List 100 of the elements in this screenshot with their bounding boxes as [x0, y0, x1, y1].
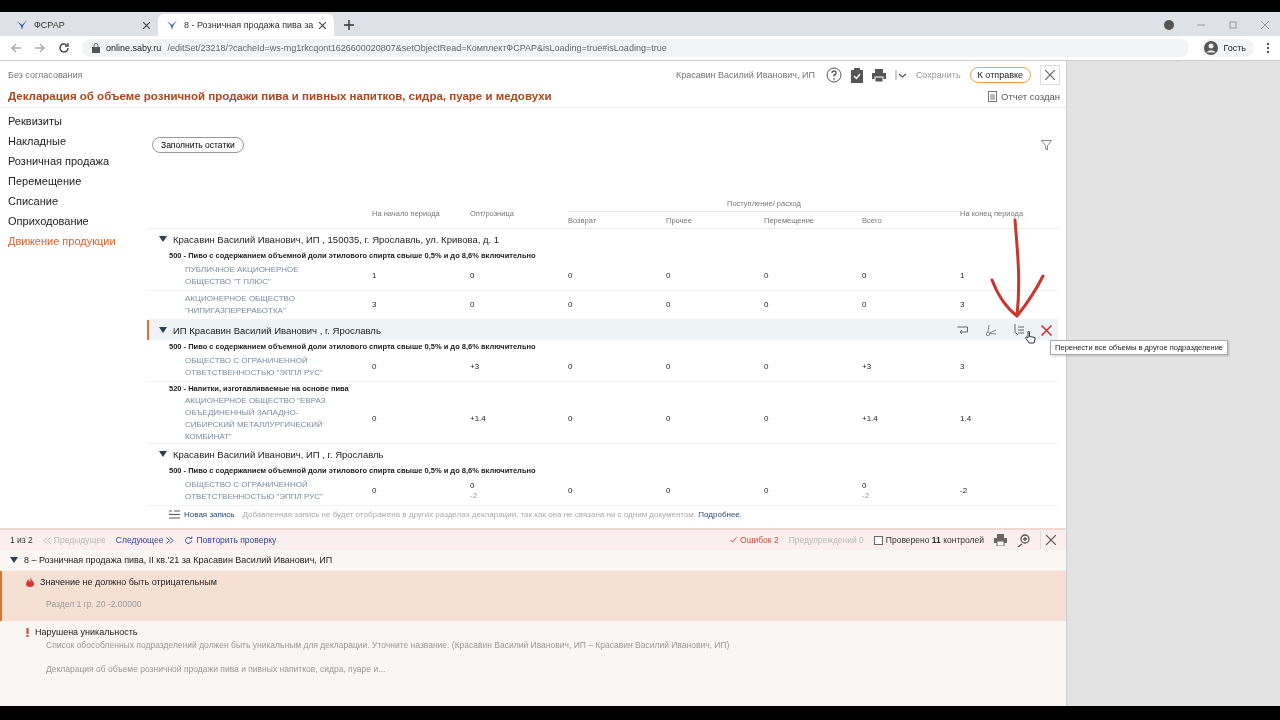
bird-logo-icon — [16, 19, 28, 31]
hand-cursor-icon — [1025, 331, 1036, 344]
close-icon[interactable] — [319, 21, 327, 29]
refresh-icon — [184, 535, 194, 545]
zoom-in-icon[interactable] — [1017, 533, 1030, 547]
message-detail: Список обособленных подразделений должен быть уникальным для декларации. Уточните название. (Красавин Василий Иванович, ИП – Красавин Василий Иванович, ИП) — [46, 640, 731, 650]
supplier-name[interactable]: АКЦИОНЕРНОЕ ОБЩЕСТВО "ЕВРАЗ ОБЪЕДИНЕННЫЙ ЗАПАДНО-СИБИРСКИЙ МЕТАЛЛУРГИЧЕСКИЙ КОМБИНАТ" — [147, 395, 372, 443]
delete-icon[interactable] — [1041, 324, 1052, 336]
close-icon — [1045, 535, 1056, 545]
fill-balances-button[interactable]: Заполнить остатки — [152, 137, 244, 153]
next-button[interactable]: Следующее — [115, 535, 175, 545]
table-cell-text: 0 — [470, 271, 476, 281]
expand-icon[interactable] — [159, 236, 167, 242]
group-title: Красавин Василий Иванович, ИП , 150035, г. Ярославль, ул. Кривова, д. 1 — [173, 233, 500, 245]
chevron-down-icon[interactable] — [894, 69, 907, 81]
scissors-icon[interactable] — [985, 324, 997, 336]
table-cell-text: 0 — [764, 362, 770, 372]
approval-status: Без согласования — [8, 70, 83, 80]
cell-note: -2 — [862, 491, 871, 501]
table-cell-text: 0 — [666, 362, 672, 372]
close-icon — [1045, 70, 1055, 80]
print-icon[interactable] — [871, 68, 886, 82]
table-cell-text: 0 — [764, 414, 770, 424]
sidebar-item[interactable]: Накладные — [0, 132, 147, 152]
errors-filter[interactable]: Ошибок 2 — [730, 535, 779, 545]
sidebar-item[interactable]: Оприходование — [0, 212, 147, 232]
message-title: Нарушена уникальность — [35, 627, 138, 637]
bird-logo-icon — [166, 19, 178, 31]
print-icon[interactable] — [994, 534, 1007, 546]
table-cell-text: 0 — [568, 414, 574, 424]
table-cell-text: 0 — [568, 300, 574, 310]
more-link[interactable]: Подробнее. — [698, 510, 743, 519]
table-cell-text: 0 — [568, 362, 574, 372]
expand-icon[interactable] — [10, 557, 18, 563]
send-button[interactable]: К отправке — [969, 67, 1031, 83]
table-cell-text: 0 — [666, 271, 672, 281]
table-cell-text: 0 — [568, 271, 574, 281]
new-record-button[interactable]: Новая запись — [169, 510, 235, 519]
move-icon[interactable] — [957, 325, 969, 335]
table-cell-text: 3 — [960, 300, 966, 310]
lock-icon — [92, 43, 100, 53]
document-title: Декларация об объеме розничной продажи пива и пивных напитков, сидра, пуаре и медовухи — [8, 90, 552, 102]
table-cell-text: +1.4 — [862, 414, 879, 424]
check-message[interactable]: Значение не должно быть отрицательным Раздел 1 гр. 20 -2.00000 — [0, 571, 1066, 621]
exclamation-icon — [26, 627, 29, 637]
close-icon[interactable] — [143, 21, 150, 29]
errors-count: Ошибок 2 — [740, 535, 779, 545]
table-cell-text: +3 — [862, 362, 873, 372]
expand-icon[interactable] — [159, 451, 167, 457]
table-cell-text: 1 — [372, 271, 378, 281]
fire-icon — [26, 577, 34, 587]
address-bar[interactable]: online.saby.ru /editSet/23218/?cacheId=ws-mg1rkcqont1626600020807&setObjectRead=КомплектФСРАР&isLoading=true#isLoading=true — [82, 39, 1190, 57]
supplier-name[interactable]: АКЦИОНЕРНОЕ ОБЩЕСТВО "НИПИГАЗПЕРЕРАБОТКА" — [147, 293, 372, 317]
menu-icon[interactable] — [1266, 42, 1270, 54]
table-cell-text: 3 — [960, 362, 966, 372]
table-cell-text: 0 — [764, 486, 770, 496]
reload-icon[interactable] — [58, 42, 70, 54]
sidebar-item[interactable]: Списание — [0, 192, 147, 212]
sidebar-item[interactable]: Реквизиты — [0, 112, 147, 132]
browser-tab[interactable]: 8 - Розничная продажа пива за — [158, 14, 335, 36]
clipboard-icon[interactable] — [850, 67, 863, 83]
expand-icon[interactable] — [159, 327, 167, 333]
report-link[interactable]: Отчет создан — [988, 90, 1060, 102]
new-tab-icon[interactable] — [344, 20, 355, 30]
supplier-name[interactable]: ПУБЛИЧНОЕ АКЦИОНЕРНОЕ ОБЩЕСТВО "Т ПЛЮС" — [147, 264, 372, 288]
sidebar-item[interactable]: Движение продукции — [0, 232, 147, 252]
group-row[interactable]: Красавин Василий Иванович, ИП , г. Ярославль — [147, 444, 1058, 464]
double-chevron-right-icon — [166, 536, 175, 544]
table-cell-text: 0 — [372, 362, 378, 372]
table-cell-text: 0 — [764, 300, 770, 310]
organization-name: Красавин Василий Иванович, ИП — [675, 70, 815, 80]
group-row[interactable]: Красавин Василий Иванович, ИП , 150035, г. Ярославль, ул. Кривова, д. 1 — [147, 229, 1058, 249]
table-cell-text: 0 — [372, 414, 378, 424]
error-counter: 1 из 2 — [10, 535, 33, 545]
user-icon — [1204, 41, 1219, 55]
supplier-name[interactable]: ОБЩЕСТВО С ОГРАНИЧЕННОЙ ОТВЕТСТВЕННОСТЬЮ "ЭППЛ РУС" — [147, 355, 372, 379]
list-add-icon — [169, 510, 180, 519]
table-cell-text: 0 — [666, 414, 672, 424]
filter-icon[interactable] — [1041, 139, 1052, 151]
browser-tab[interactable]: ФСРАР — [8, 14, 158, 36]
table-cell-text: 0 — [862, 300, 868, 310]
profile-button[interactable]: Гость — [1201, 39, 1254, 57]
document-icon — [988, 90, 998, 102]
table-cell-text: -2 — [960, 486, 969, 496]
close-button[interactable] — [1040, 65, 1060, 85]
table-cell-text: 0 — [862, 481, 868, 491]
table-cell-text: +1.4 — [470, 414, 487, 424]
table-cell-text: +3 — [470, 362, 481, 372]
help-icon[interactable] — [825, 67, 842, 83]
check-icon — [730, 537, 738, 543]
supplier-name[interactable]: ОБЩЕСТВО С ОГРАНИЧЕННОЙ ОТВЕТСТВЕННОСТЬЮ "ЭППЛ РУС" — [147, 479, 372, 503]
section-title: 8 – Розничная продажа пива, II кв.'21 за Красавин Василий Иванович, ИП — [24, 555, 333, 565]
sidebar-item[interactable]: Розничная продажа — [0, 152, 147, 172]
verified-checkbox[interactable]: Проверено 11 контролей — [873, 535, 984, 545]
table-cell-text: 0 — [862, 271, 868, 281]
group-title: Красавин Василий Иванович, ИП , г. Ярославль — [173, 448, 384, 460]
sidebar-item[interactable]: Перемещение — [0, 172, 147, 192]
table-cell-text: 3 — [372, 300, 378, 310]
table-cell-text: 0 — [666, 300, 672, 310]
repeat-check-button[interactable]: Повторить проверку — [184, 535, 277, 545]
